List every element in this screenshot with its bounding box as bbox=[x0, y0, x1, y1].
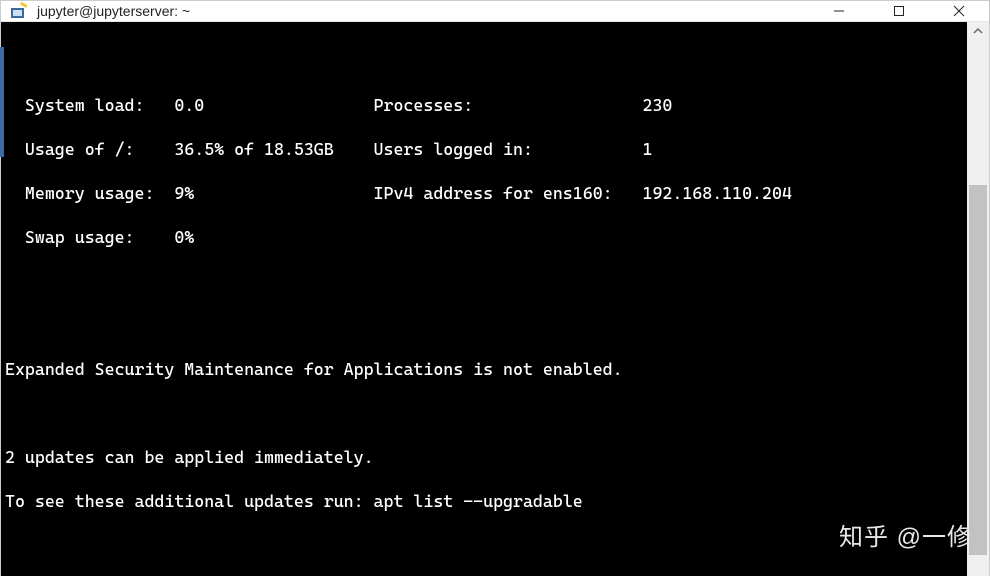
window-title: jupyter@jupyterserver: ~ bbox=[37, 3, 809, 19]
close-button[interactable] bbox=[929, 1, 989, 21]
stat-value: 230 bbox=[642, 94, 672, 116]
motd-line: 2 updates can be applied immediately. bbox=[5, 446, 967, 468]
stat-label: Usage of /: bbox=[5, 138, 174, 160]
stats-row: Memory usage:9%IPv4 address for ens160:1… bbox=[5, 182, 967, 204]
stat-value: 36.5% of 18.53GB bbox=[174, 138, 373, 160]
blank-line bbox=[5, 314, 967, 336]
blank-line bbox=[5, 534, 967, 556]
terminal[interactable]: System load:0.0Processes:230 Usage of /:… bbox=[1, 22, 967, 576]
stat-label: Processes: bbox=[374, 94, 643, 116]
stat-label: System load: bbox=[5, 94, 174, 116]
stat-value: 9% bbox=[174, 182, 373, 204]
scroll-up-icon[interactable] bbox=[967, 22, 989, 40]
stats-row: Swap usage:0% bbox=[5, 226, 967, 248]
stat-label: IPv4 address for ens160: bbox=[374, 182, 643, 204]
window-frame: jupyter@jupyterserver: ~ System load:0.0… bbox=[0, 0, 990, 576]
titlebar[interactable]: jupyter@jupyterserver: ~ bbox=[1, 1, 989, 22]
minimize-button[interactable] bbox=[809, 1, 869, 21]
stat-label: Users logged in: bbox=[374, 138, 643, 160]
scroll-thumb[interactable] bbox=[969, 185, 987, 555]
window-controls bbox=[809, 1, 989, 21]
maximize-button[interactable] bbox=[869, 1, 929, 21]
stat-value: 0.0 bbox=[174, 94, 373, 116]
terminal-container: System load:0.0Processes:230 Usage of /:… bbox=[1, 22, 989, 576]
stat-label: Swap usage: bbox=[5, 226, 174, 248]
scrollbar[interactable] bbox=[967, 22, 989, 576]
stat-label: Memory usage: bbox=[5, 182, 174, 204]
stat-value: 192.168.110.204 bbox=[642, 182, 791, 204]
stat-value: 1 bbox=[642, 138, 652, 160]
stats-row: System load:0.0Processes:230 bbox=[5, 94, 967, 116]
blank-line bbox=[5, 270, 967, 292]
motd-line bbox=[5, 50, 967, 72]
putty-icon bbox=[9, 1, 29, 21]
scroll-track[interactable] bbox=[967, 40, 989, 576]
stats-row: Usage of /:36.5% of 18.53GBUsers logged … bbox=[5, 138, 967, 160]
stat-value: 0% bbox=[174, 226, 373, 248]
motd-line: To see these additional updates run: apt… bbox=[5, 490, 967, 512]
left-accent bbox=[0, 47, 4, 157]
motd-line: Expanded Security Maintenance for Applic… bbox=[5, 358, 967, 380]
blank-line bbox=[5, 402, 967, 424]
